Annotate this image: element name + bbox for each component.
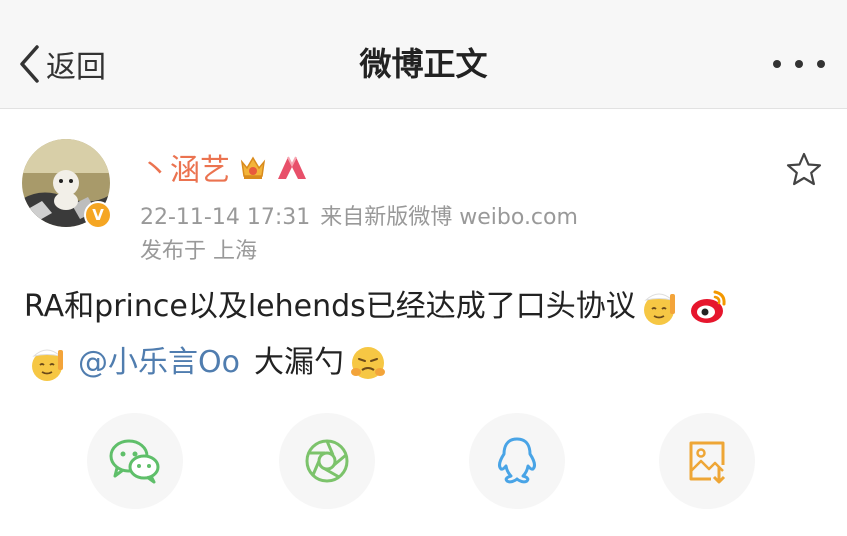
save-image-icon [689,441,726,484]
save-image-button[interactable] [659,413,755,509]
cheer-emoji-icon [643,293,675,325]
weibo-post: V 丶涵艺 22-11-14 17:31 来自新版微博 weibo.com 发布于… [0,109,847,536]
post-time: 22-11-14 17:31 [140,205,311,230]
navigation-bar: 返回 微博正文 [0,0,847,109]
crown-badge-icon [240,156,266,179]
content-line-1: RA和prince以及lehends已经达成了口头协议 [24,279,824,335]
post-location: 发布于 上海 [140,239,257,264]
weibo-logo-emoji-icon [690,290,726,323]
post-text: RA和prince以及lehends已经达成了口头协议 [24,289,636,324]
moments-icon [305,439,349,483]
more-dot [817,60,825,68]
membership-mark-icon [278,156,306,179]
smirk-emoji-icon [350,347,385,379]
share-qq-button[interactable] [469,413,565,509]
verified-badge-icon: V [84,201,112,229]
wechat-icon [109,439,160,484]
post-text-tail: 大漏勺 [253,345,344,380]
content-line-2: @小乐言Oo 大漏勺 [24,335,824,391]
share-wechat-button[interactable] [87,413,183,509]
mention-link[interactable]: @小乐言Oo [78,335,240,391]
post-meta: 22-11-14 17:31 来自新版微博 weibo.com [140,199,578,231]
user-name-row: 丶涵艺 [140,145,308,189]
share-moments-button[interactable] [279,413,375,509]
more-dot [773,60,781,68]
cheer-emoji-icon [32,349,63,381]
favorite-star-icon[interactable] [786,151,822,187]
post-content: RA和prince以及lehends已经达成了口头协议 @小乐言Oo 大漏勺 [24,279,824,391]
page-title: 微博正文 [359,45,488,83]
qq-icon [498,437,536,484]
post-source[interactable]: 来自新版微博 weibo.com [320,205,578,230]
more-options-icon[interactable] [773,48,825,80]
username-link[interactable]: 丶涵艺 [140,145,230,189]
more-dot [795,60,803,68]
